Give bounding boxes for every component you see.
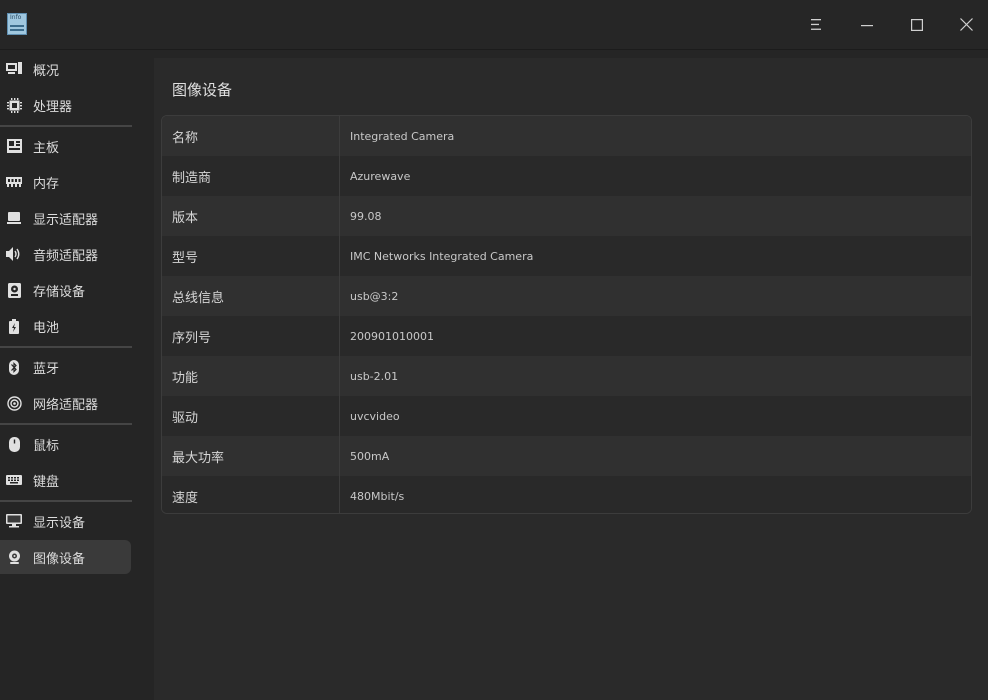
sidebar: 概况 处理器 主板 内存 显示适配器 音频适配器 存储设备 电池 蓝牙 网络适配… (0, 50, 140, 700)
property-value: 200901010001 (350, 329, 434, 343)
table-row[interactable]: 驱动 uvcvideo (162, 396, 971, 436)
sidebar-item-display-adapter[interactable]: 显示适配器 (0, 201, 131, 235)
table-row[interactable]: 名称 Integrated Camera (162, 116, 971, 156)
sidebar-item-bluetooth[interactable]: 蓝牙 (0, 350, 131, 384)
close-button[interactable] (941, 0, 988, 49)
sidebar-item-camera[interactable]: 图像设备 (0, 540, 131, 574)
sidebar-item-memory[interactable]: 内存 (0, 165, 131, 199)
property-value: Azurewave (350, 169, 411, 183)
table-row[interactable]: 序列号 200901010001 (162, 316, 971, 356)
sidebar-divider (0, 346, 132, 348)
sidebar-item-label: 主板 (33, 140, 60, 156)
sidebar-divider (0, 423, 132, 425)
app-icon: Info (7, 13, 27, 35)
sidebar-item-cpu[interactable]: 处理器 (0, 88, 131, 122)
table-row[interactable]: 总线信息 usb@3:2 (162, 276, 971, 316)
table-row[interactable]: 版本 99.08 (162, 196, 971, 236)
app-icon-text: Info (10, 14, 22, 21)
sidebar-item-motherboard[interactable]: 主板 (0, 129, 131, 163)
monitor-icon (6, 513, 22, 529)
maximize-icon (911, 18, 923, 31)
table-row[interactable]: 速度 480Mbit/s (162, 476, 971, 513)
display-adapter-icon (6, 210, 22, 226)
audio-adapter-icon (6, 246, 22, 262)
cpu-icon (6, 97, 22, 113)
sidebar-item-label: 显示适配器 (33, 212, 99, 228)
property-value: uvcvideo (350, 409, 400, 423)
sidebar-divider (0, 125, 132, 127)
property-name: 总线信息 (162, 276, 340, 316)
battery-icon (6, 318, 22, 334)
page-title: 图像设备 (172, 81, 233, 99)
sidebar-item-label: 内存 (33, 176, 60, 192)
device-info-table: 名称 Integrated Camera 制造商 Azurewave 版本 99… (161, 115, 972, 514)
property-value: 99.08 (350, 209, 382, 223)
table-row[interactable]: 最大功率 500mA (162, 436, 971, 476)
property-value: Integrated Camera (350, 129, 455, 143)
table-row[interactable]: 功能 usb-2.01 (162, 356, 971, 396)
sidebar-item-label: 键盘 (33, 474, 60, 490)
menu-button[interactable] (792, 0, 842, 49)
property-value: IMC Networks Integrated Camera (350, 249, 534, 263)
hamburger-menu-icon (811, 19, 821, 30)
sidebar-item-keyboard[interactable]: 键盘 (0, 463, 131, 497)
property-name: 序列号 (162, 316, 340, 356)
sidebar-item-monitor[interactable]: 显示设备 (0, 504, 131, 538)
property-value: usb@3:2 (350, 289, 399, 303)
bluetooth-icon (6, 359, 22, 375)
property-name: 最大功率 (162, 436, 340, 476)
sidebar-divider (0, 500, 132, 502)
sidebar-item-network[interactable]: 网络适配器 (0, 386, 131, 420)
overview-icon (6, 61, 22, 77)
sidebar-item-label: 处理器 (33, 99, 73, 115)
property-name: 版本 (162, 196, 340, 236)
sidebar-item-overview[interactable]: 概况 (0, 52, 131, 86)
close-icon (959, 18, 973, 31)
property-name: 速度 (162, 476, 340, 513)
keyboard-icon (6, 472, 22, 488)
property-value: usb-2.01 (350, 369, 399, 383)
property-name: 型号 (162, 236, 340, 276)
sidebar-item-audio-adapter[interactable]: 音频适配器 (0, 237, 131, 271)
network-icon (6, 395, 22, 411)
camera-icon (6, 549, 22, 565)
property-name: 制造商 (162, 156, 340, 196)
property-value: 480Mbit/s (350, 489, 405, 503)
sidebar-item-storage[interactable]: 存储设备 (0, 273, 131, 307)
property-name: 功能 (162, 356, 340, 396)
sidebar-item-mouse[interactable]: 鼠标 (0, 427, 131, 461)
table-row[interactable]: 型号 IMC Networks Integrated Camera (162, 236, 971, 276)
minimize-button[interactable] (842, 0, 892, 49)
sidebar-item-label: 概况 (33, 63, 60, 79)
property-name: 驱动 (162, 396, 340, 436)
mouse-icon (6, 436, 22, 452)
minimize-icon (861, 24, 873, 26)
sidebar-item-label: 存储设备 (33, 284, 86, 300)
sidebar-item-label: 蓝牙 (33, 361, 60, 377)
table-row[interactable]: 制造商 Azurewave (162, 156, 971, 196)
motherboard-icon (6, 138, 22, 154)
sidebar-item-label: 电池 (33, 320, 60, 336)
sidebar-item-label: 图像设备 (33, 551, 86, 567)
sidebar-item-label: 显示设备 (33, 515, 86, 531)
title-bar: Info (0, 0, 988, 50)
property-name: 名称 (162, 116, 340, 156)
property-value: 500mA (350, 449, 390, 463)
memory-icon (6, 174, 22, 190)
maximize-button[interactable] (892, 0, 942, 49)
sidebar-item-label: 鼠标 (33, 438, 60, 454)
storage-icon (6, 282, 22, 298)
sidebar-item-label: 音频适配器 (33, 248, 99, 264)
sidebar-item-battery[interactable]: 电池 (0, 309, 131, 343)
sidebar-item-label: 网络适配器 (33, 397, 99, 413)
main-panel: 图像设备 名称 Integrated Camera 制造商 Azurewave … (154, 58, 988, 700)
